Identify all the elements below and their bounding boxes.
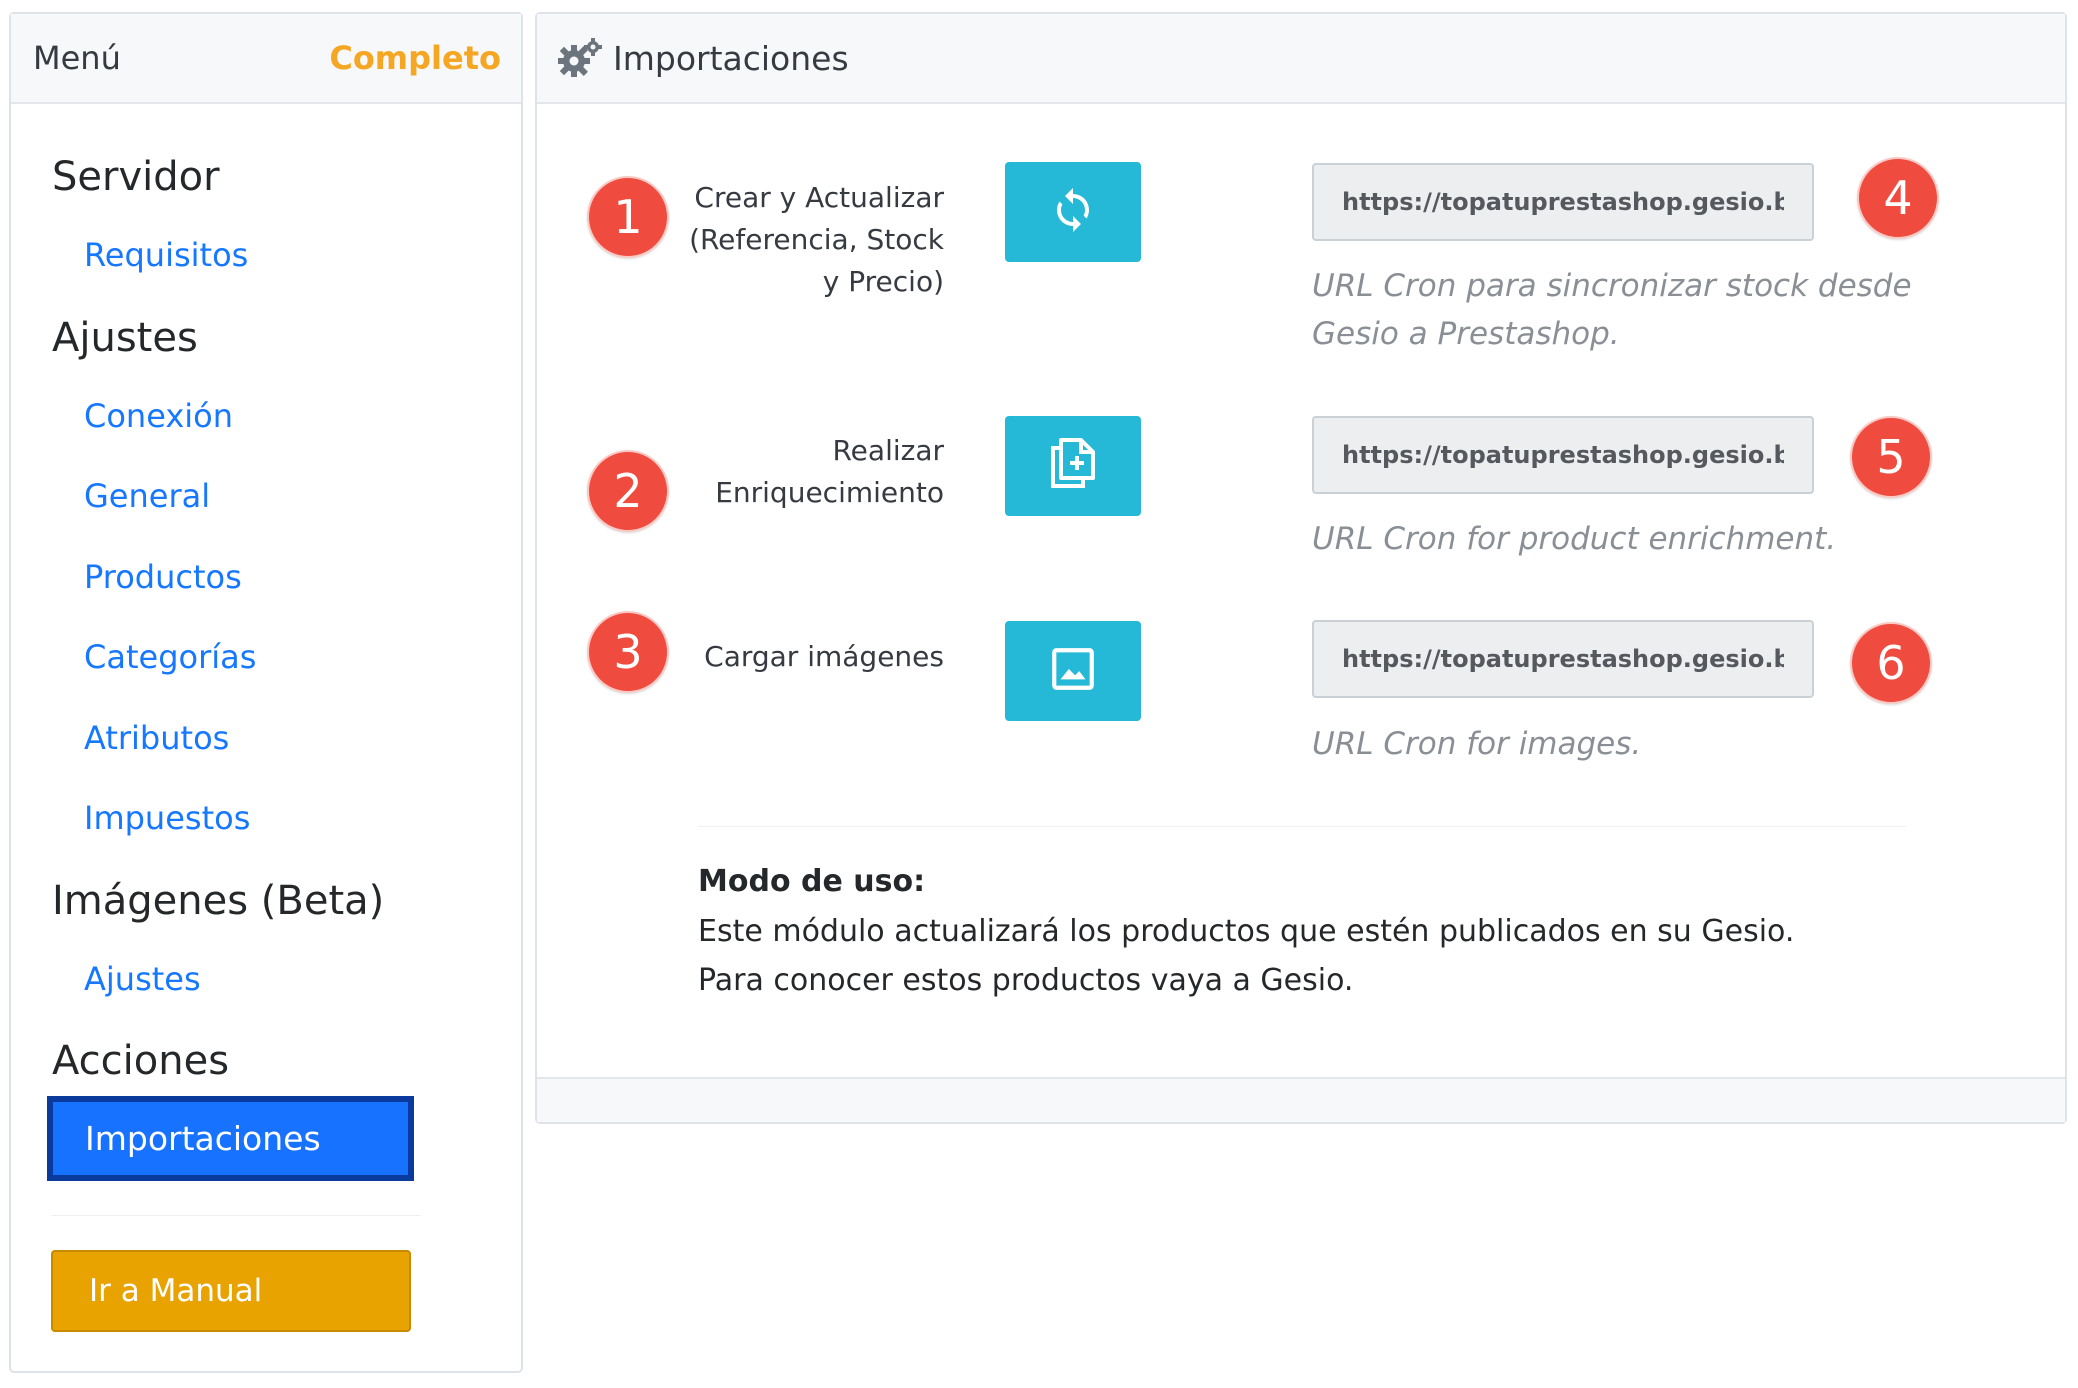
panel-header: Importaciones (537, 14, 2065, 104)
row-label-line: Crear y Actualizar (694, 181, 944, 214)
section-acciones: Acciones (52, 1038, 230, 1084)
row-label-line: Cargar imágenes (704, 640, 944, 673)
sidebar-menu: Menú Completo Servidor Requisitos Ajuste… (9, 12, 523, 1373)
step-badge-4: 4 (1857, 157, 1939, 239)
sidebar-item-importaciones[interactable]: Importaciones (47, 1096, 414, 1181)
usage-divider (698, 826, 1906, 827)
sidebar-item-imagenes-ajustes[interactable]: Ajustes (84, 960, 201, 998)
row-label-create-update: Crear y Actualizar (Referencia, Stock y … (624, 177, 944, 303)
note-add-icon (1047, 436, 1099, 496)
sidebar-item-conexion[interactable]: Conexión (84, 397, 233, 435)
sync-icon (1049, 186, 1097, 238)
cron-url-input-stock[interactable] (1312, 163, 1814, 241)
sidebar-divider (51, 1215, 421, 1216)
sidebar-header: Menú Completo (11, 14, 521, 104)
cron-url-input-images[interactable] (1312, 620, 1814, 698)
sync-button[interactable] (1005, 162, 1141, 262)
row-label-line: y Precio) (822, 265, 944, 298)
step-badge-6: 6 (1850, 622, 1932, 704)
sidebar-item-atributos[interactable]: Atributos (84, 719, 229, 757)
help-line: URL Cron for product enrichment. (1312, 521, 1837, 557)
panel-title: Importaciones (613, 38, 849, 78)
section-servidor: Servidor (52, 154, 220, 200)
sidebar-item-productos[interactable]: Productos (84, 558, 242, 596)
menu-status: Completo (329, 39, 501, 77)
usage-title: Modo de uso: (698, 864, 926, 899)
row-label-enrichment: Realizar Enriquecimiento (624, 430, 944, 514)
row-label-line: (Referencia, Stock (689, 223, 944, 256)
section-ajustes: Ajustes (52, 315, 198, 361)
help-line: Gesio a Prestashop. (1312, 316, 1620, 352)
panel-footer (537, 1077, 2065, 1122)
section-imagenes: Imágenes (Beta) (52, 878, 385, 924)
row-label-images: Cargar imágenes (624, 636, 944, 678)
help-text-images: URL Cron for images. (1312, 720, 1912, 768)
sidebar-item-requisitos[interactable]: Requisitos (84, 236, 248, 274)
help-text-stock: URL Cron para sincronizar stock desde Ge… (1312, 262, 1912, 358)
row-label-line: Enriquecimiento (715, 476, 944, 509)
menu-title: Menú (33, 39, 121, 77)
cron-url-input-enrichment[interactable] (1312, 416, 1814, 494)
help-text-enrichment: URL Cron for product enrichment. (1312, 515, 1912, 563)
help-line: URL Cron para sincronizar stock desde (1312, 268, 1912, 304)
sidebar-item-general[interactable]: General (84, 477, 210, 515)
gears-icon (557, 37, 603, 79)
step-badge-5: 5 (1850, 416, 1932, 498)
sidebar-item-categorias[interactable]: Categorías (84, 638, 256, 676)
row-label-line: Realizar (832, 434, 944, 467)
image-icon (1048, 644, 1098, 698)
usage-text-line-2: Para conocer estos productos vaya a Gesi… (698, 963, 1354, 998)
enrichment-button[interactable] (1005, 416, 1141, 516)
help-line: URL Cron for images. (1312, 726, 1642, 762)
usage-text-line-1: Este módulo actualizará los productos qu… (698, 914, 1795, 949)
sidebar-item-impuestos[interactable]: Impuestos (84, 799, 250, 837)
load-images-button[interactable] (1005, 621, 1141, 721)
sidebar-item-importaciones-label: Importaciones (53, 1102, 408, 1175)
manual-button[interactable]: Ir a Manual (51, 1250, 411, 1332)
